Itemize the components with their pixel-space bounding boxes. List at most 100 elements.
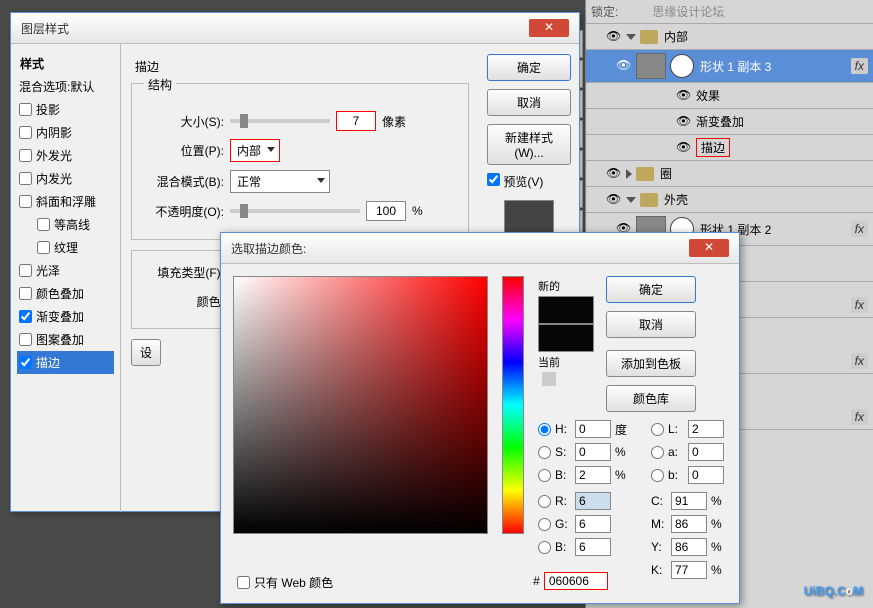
fx-badge[interactable]: fx bbox=[851, 297, 868, 313]
checkbox[interactable] bbox=[19, 333, 32, 346]
blending-options[interactable]: 混合选项:默认 bbox=[17, 75, 114, 98]
style-bevel[interactable]: 斜面和浮雕 bbox=[17, 190, 114, 213]
visibility-icon[interactable]: 👁 bbox=[676, 140, 692, 156]
style-inner-glow[interactable]: 内发光 bbox=[17, 167, 114, 190]
dialog-titlebar[interactable]: 图层样式 ✕ bbox=[11, 13, 579, 44]
layer-shape-copy3[interactable]: 👁 形状 1 副本 3 fx bbox=[586, 50, 873, 83]
a-input[interactable] bbox=[688, 443, 724, 461]
checkbox[interactable] bbox=[19, 149, 32, 162]
checkbox[interactable] bbox=[37, 241, 50, 254]
radio-b2[interactable] bbox=[651, 469, 664, 482]
fx-badge[interactable]: fx bbox=[851, 58, 868, 74]
position-select[interactable]: 内部 bbox=[230, 139, 280, 162]
b2-input[interactable] bbox=[688, 466, 724, 484]
fx-badge[interactable]: fx bbox=[851, 409, 868, 425]
b-input[interactable] bbox=[575, 466, 611, 484]
ok-button[interactable]: 确定 bbox=[487, 54, 571, 81]
current-color-swatch bbox=[538, 324, 594, 352]
s-input[interactable] bbox=[575, 443, 611, 461]
layer-stroke-effect[interactable]: 👁 描边 bbox=[586, 135, 873, 161]
visibility-icon[interactable]: 👁 bbox=[676, 114, 692, 130]
visibility-icon[interactable]: 👁 bbox=[606, 166, 622, 182]
checkbox[interactable] bbox=[19, 287, 32, 300]
add-swatch-button[interactable]: 添加到色板 bbox=[606, 350, 696, 377]
opacity-slider[interactable] bbox=[230, 209, 360, 213]
style-contour[interactable]: 等高线 bbox=[17, 213, 114, 236]
style-outer-glow[interactable]: 外发光 bbox=[17, 144, 114, 167]
close-button[interactable]: ✕ bbox=[529, 19, 569, 37]
visibility-icon[interactable]: 👁 bbox=[606, 192, 622, 208]
checkbox[interactable] bbox=[37, 218, 50, 231]
visibility-icon[interactable]: 👁 bbox=[606, 29, 622, 45]
radio-bb[interactable] bbox=[538, 541, 551, 554]
layer-group-circle[interactable]: 👁 圈 bbox=[586, 161, 873, 187]
cancel-button[interactable]: 取消 bbox=[606, 311, 696, 338]
y-input[interactable] bbox=[671, 538, 707, 556]
style-stroke[interactable]: 描边 bbox=[17, 351, 114, 374]
layer-gradient-overlay[interactable]: 👁 渐变叠加 bbox=[586, 109, 873, 135]
layer-thumb[interactable] bbox=[636, 53, 666, 79]
r-input[interactable] bbox=[575, 492, 611, 510]
size-input[interactable] bbox=[336, 111, 376, 131]
bb-input[interactable] bbox=[575, 538, 611, 556]
radio-b[interactable] bbox=[538, 469, 551, 482]
l-input[interactable] bbox=[688, 420, 724, 438]
dialog-titlebar[interactable]: 选取描边颜色: ✕ bbox=[221, 233, 739, 264]
lock-label: 锁定: bbox=[591, 3, 618, 20]
checkbox[interactable] bbox=[19, 172, 32, 185]
size-slider[interactable] bbox=[230, 119, 330, 123]
current-label: 当前 bbox=[538, 354, 560, 370]
style-drop-shadow[interactable]: 投影 bbox=[17, 98, 114, 121]
radio-l[interactable] bbox=[651, 423, 664, 436]
web-only-checkbox[interactable] bbox=[237, 576, 250, 589]
radio-g[interactable] bbox=[538, 518, 551, 531]
visibility-icon[interactable]: 👁 bbox=[616, 58, 632, 74]
checkbox[interactable] bbox=[19, 126, 32, 139]
fx-badge[interactable]: fx bbox=[851, 221, 868, 237]
blend-mode-select[interactable]: 正常 bbox=[230, 170, 330, 193]
m-input[interactable] bbox=[671, 515, 707, 533]
disclosure-icon[interactable] bbox=[626, 34, 636, 40]
h-input[interactable] bbox=[575, 420, 611, 438]
opacity-input[interactable] bbox=[366, 201, 406, 221]
ok-button[interactable]: 确定 bbox=[606, 276, 696, 303]
layer-group-shell[interactable]: 👁 外壳 bbox=[586, 187, 873, 213]
style-pattern-overlay[interactable]: 图案叠加 bbox=[17, 328, 114, 351]
color-preview: 新的 当前 bbox=[538, 276, 594, 410]
checkbox[interactable] bbox=[19, 264, 32, 277]
set-default-button[interactable]: 设 bbox=[131, 339, 161, 366]
preview-checkbox[interactable] bbox=[487, 173, 500, 186]
style-texture[interactable]: 纹理 bbox=[17, 236, 114, 259]
layer-effect-row[interactable]: 👁 效果 bbox=[586, 83, 873, 109]
style-satin[interactable]: 光泽 bbox=[17, 259, 114, 282]
hex-input[interactable] bbox=[544, 572, 608, 590]
radio-h[interactable] bbox=[538, 423, 551, 436]
color-field[interactable] bbox=[233, 276, 488, 534]
style-color-overlay[interactable]: 颜色叠加 bbox=[17, 282, 114, 305]
hue-slider[interactable] bbox=[502, 276, 524, 534]
c-input[interactable] bbox=[671, 492, 707, 510]
disclosure-icon[interactable] bbox=[626, 169, 632, 179]
color-library-button[interactable]: 颜色库 bbox=[606, 385, 696, 412]
checkbox[interactable] bbox=[19, 195, 32, 208]
disclosure-icon[interactable] bbox=[626, 197, 636, 203]
new-style-button[interactable]: 新建样式(W)... bbox=[487, 124, 571, 165]
radio-s[interactable] bbox=[538, 446, 551, 459]
radio-a[interactable] bbox=[651, 446, 664, 459]
visibility-icon[interactable]: 👁 bbox=[676, 88, 692, 104]
cube-icon[interactable] bbox=[542, 372, 556, 386]
k-input[interactable] bbox=[671, 561, 707, 579]
style-gradient-overlay[interactable]: 渐变叠加 bbox=[17, 305, 114, 328]
cancel-button[interactable]: 取消 bbox=[487, 89, 571, 116]
fx-badge[interactable]: fx bbox=[851, 353, 868, 369]
close-button[interactable]: ✕ bbox=[689, 239, 729, 257]
radio-r[interactable] bbox=[538, 495, 551, 508]
checkbox[interactable] bbox=[19, 103, 32, 116]
checkbox[interactable] bbox=[19, 356, 32, 369]
style-inner-shadow[interactable]: 内阴影 bbox=[17, 121, 114, 144]
layer-group-inner[interactable]: 👁 内部 bbox=[586, 24, 873, 50]
checkbox[interactable] bbox=[19, 310, 32, 323]
layer-mask[interactable] bbox=[670, 54, 694, 78]
group-label: 外壳 bbox=[664, 191, 868, 208]
g-input[interactable] bbox=[575, 515, 611, 533]
